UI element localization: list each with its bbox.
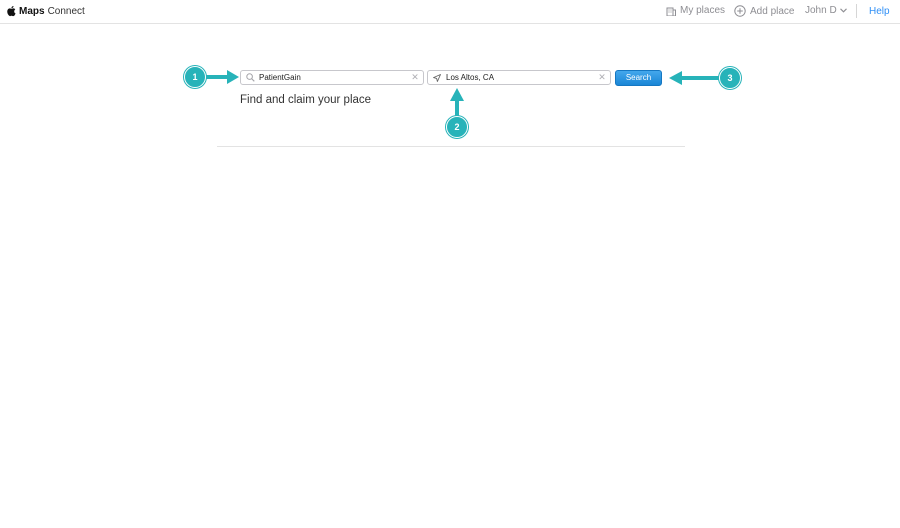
arrow-3 [669, 71, 719, 85]
callout-badge-2: 2 [446, 116, 468, 138]
callout-arrows [205, 70, 719, 116]
callout-badge-1: 1 [184, 66, 206, 88]
callout-badge-3: 3 [719, 67, 741, 89]
arrow-1 [205, 70, 239, 84]
arrow-2 [450, 88, 464, 116]
